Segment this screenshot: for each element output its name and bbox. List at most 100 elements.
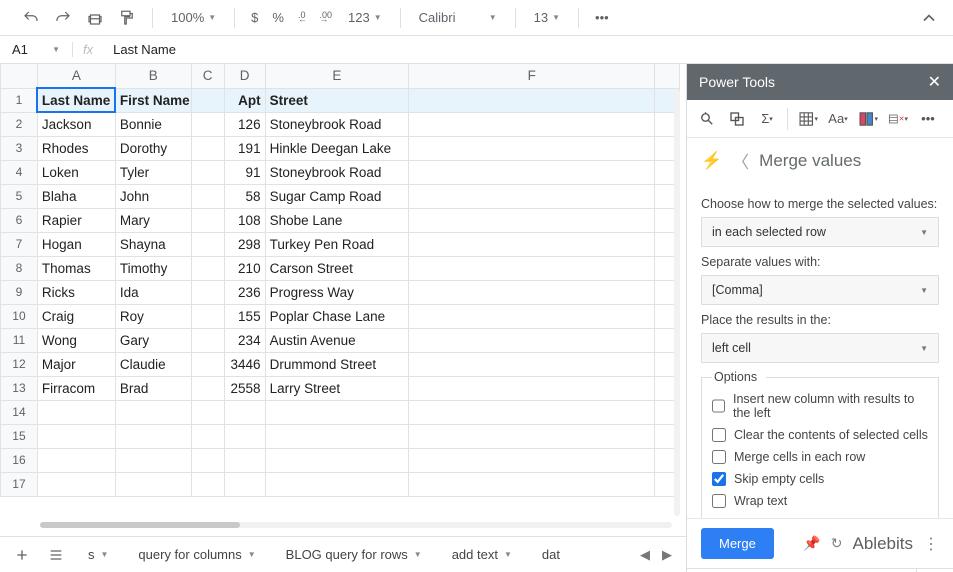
formula-input[interactable]: Last Name xyxy=(103,42,953,57)
cell-D2[interactable]: 126 xyxy=(224,112,265,136)
cell-A7[interactable]: Hogan xyxy=(37,232,115,256)
name-box[interactable]: A1 ▼ xyxy=(6,39,66,61)
opt-clear-contents[interactable]: Clear the contents of selected cells xyxy=(712,428,928,442)
cell-A9[interactable]: Ricks xyxy=(37,280,115,304)
col-header-D[interactable]: D xyxy=(224,64,265,88)
cell-F14[interactable] xyxy=(409,400,655,424)
refresh-icon[interactable]: ↻ xyxy=(831,535,843,552)
row-header-6[interactable]: 6 xyxy=(1,208,38,232)
cell-C2[interactable] xyxy=(191,112,224,136)
cell-A15[interactable] xyxy=(37,424,115,448)
format-percent-button[interactable]: % xyxy=(268,8,288,27)
select-all-corner[interactable] xyxy=(1,64,38,88)
cell-B9[interactable]: Ida xyxy=(115,280,191,304)
cell-A10[interactable]: Craig xyxy=(37,304,115,328)
sheet-tab-1[interactable]: query for columns▼ xyxy=(126,540,267,570)
cell-E16[interactable] xyxy=(265,448,409,472)
cell-C4[interactable] xyxy=(191,160,224,184)
cell-A11[interactable]: Wong xyxy=(37,328,115,352)
cell-B6[interactable]: Mary xyxy=(115,208,191,232)
undo-button[interactable] xyxy=(18,7,44,29)
vertical-scrollbar[interactable] xyxy=(674,90,684,516)
cell-A2[interactable]: Jackson xyxy=(37,112,115,136)
row-header-10[interactable]: 10 xyxy=(1,304,38,328)
number-format-dropdown[interactable]: 123▼ xyxy=(342,10,388,25)
sheet-tab-4[interactable]: dat xyxy=(530,540,570,570)
cell-B4[interactable]: Tyler xyxy=(115,160,191,184)
tool-sum-icon[interactable]: Σ▾ xyxy=(757,109,777,129)
cell-C12[interactable] xyxy=(191,352,224,376)
cell-C8[interactable] xyxy=(191,256,224,280)
cell-D13[interactable]: 2558 xyxy=(224,376,265,400)
row-header-14[interactable]: 14 xyxy=(1,400,38,424)
cell-C6[interactable] xyxy=(191,208,224,232)
row-header-5[interactable]: 5 xyxy=(1,184,38,208)
tool-dedupe-icon[interactable] xyxy=(727,109,747,129)
cell-B17[interactable] xyxy=(115,472,191,496)
cell-B3[interactable]: Dorothy xyxy=(115,136,191,160)
cell-B5[interactable]: John xyxy=(115,184,191,208)
cell-E6[interactable]: Shobe Lane xyxy=(265,208,409,232)
opt-skip-empty[interactable]: Skip empty cells xyxy=(712,472,928,486)
row-header-12[interactable]: 12 xyxy=(1,352,38,376)
format-currency-button[interactable]: $ xyxy=(247,8,262,27)
cell-D3[interactable]: 191 xyxy=(224,136,265,160)
cell-F7[interactable] xyxy=(409,232,655,256)
cell-A12[interactable]: Major xyxy=(37,352,115,376)
sheet-tab-2[interactable]: BLOG query for rows▼ xyxy=(274,540,434,570)
cell-E7[interactable]: Turkey Pen Road xyxy=(265,232,409,256)
cell-E11[interactable]: Austin Avenue xyxy=(265,328,409,352)
tool-more-icon[interactable]: ••• xyxy=(918,109,938,129)
cell-B1[interactable]: First Name xyxy=(115,88,191,112)
cell-C7[interactable] xyxy=(191,232,224,256)
print-button[interactable] xyxy=(82,7,108,29)
row-header-2[interactable]: 2 xyxy=(1,112,38,136)
cell-E17[interactable] xyxy=(265,472,409,496)
cell-A4[interactable]: Loken xyxy=(37,160,115,184)
cell-F17[interactable] xyxy=(409,472,655,496)
cell-C3[interactable] xyxy=(191,136,224,160)
cell-A16[interactable] xyxy=(37,448,115,472)
cell-E15[interactable] xyxy=(265,424,409,448)
cell-D5[interactable]: 58 xyxy=(224,184,265,208)
cell-C5[interactable] xyxy=(191,184,224,208)
row-header-9[interactable]: 9 xyxy=(1,280,38,304)
cell-B14[interactable] xyxy=(115,400,191,424)
row-header-8[interactable]: 8 xyxy=(1,256,38,280)
cell-A6[interactable]: Rapier xyxy=(37,208,115,232)
cell-D8[interactable]: 210 xyxy=(224,256,265,280)
cell-F1[interactable] xyxy=(409,88,655,112)
cell-C14[interactable] xyxy=(191,400,224,424)
tool-lookup-icon[interactable] xyxy=(697,109,717,129)
separator-select[interactable]: [Comma]▼ xyxy=(701,275,939,305)
opt-insert-column[interactable]: Insert new column with results to the le… xyxy=(712,392,928,420)
how-merge-select[interactable]: in each selected row▼ xyxy=(701,217,939,247)
tool-grid-icon[interactable]: ▾ xyxy=(798,109,818,129)
bolt-icon[interactable]: ⚡ xyxy=(701,151,722,171)
add-sheet-button[interactable] xyxy=(8,541,36,569)
row-header-7[interactable]: 7 xyxy=(1,232,38,256)
cell-B8[interactable]: Timothy xyxy=(115,256,191,280)
cell-F6[interactable] xyxy=(409,208,655,232)
cell-B16[interactable] xyxy=(115,448,191,472)
zoom-dropdown[interactable]: 100%▼ xyxy=(165,10,222,25)
pin-icon[interactable]: 📌 xyxy=(803,535,820,552)
cell-C15[interactable] xyxy=(191,424,224,448)
cell-A3[interactable]: Rhodes xyxy=(37,136,115,160)
increase-decimal-button[interactable]: .00→ xyxy=(315,7,336,29)
row-header-15[interactable]: 15 xyxy=(1,424,38,448)
cell-C1[interactable] xyxy=(191,88,224,112)
col-header-F[interactable]: F xyxy=(409,64,655,88)
tab-scroll-left-button[interactable]: ◀ xyxy=(640,547,650,563)
place-result-select[interactable]: left cell▼ xyxy=(701,333,939,363)
cell-F16[interactable] xyxy=(409,448,655,472)
spreadsheet-grid[interactable]: A B C D E F 1Last NameFirst NameAptStree… xyxy=(0,64,686,536)
cell-F12[interactable] xyxy=(409,352,655,376)
cell-F2[interactable] xyxy=(409,112,655,136)
cell-B11[interactable]: Gary xyxy=(115,328,191,352)
cell-F4[interactable] xyxy=(409,160,655,184)
decrease-decimal-button[interactable]: .0← xyxy=(294,7,310,29)
cell-E13[interactable]: Larry Street xyxy=(265,376,409,400)
cell-D4[interactable]: 91 xyxy=(224,160,265,184)
cell-D16[interactable] xyxy=(224,448,265,472)
